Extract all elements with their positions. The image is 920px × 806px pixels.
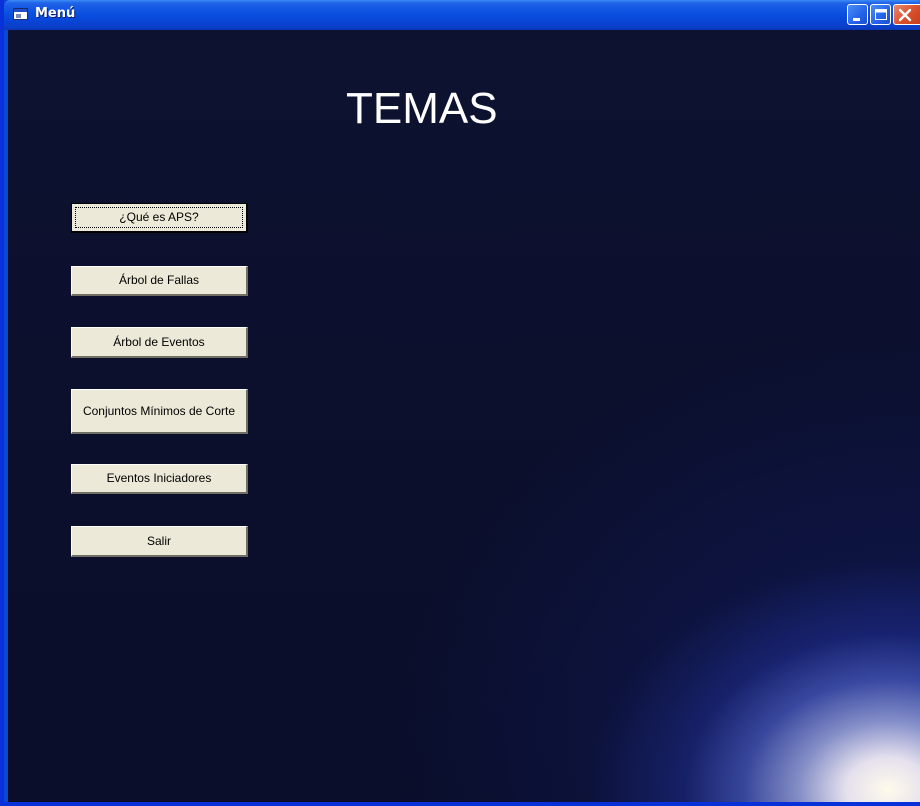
form-icon[interactable] — [13, 8, 29, 21]
title-bar[interactable]: Menú — [4, 0, 920, 30]
maximize-button[interactable] — [870, 4, 891, 25]
arbol-de-eventos-button-label: Árbol de Eventos — [113, 334, 205, 349]
conjuntos-minimos-de-corte-button[interactable]: Conjuntos Mínimos de Corte — [71, 389, 248, 434]
maximize-icon — [875, 9, 887, 20]
app-window: Menú TEMAS ¿Qué es APS? Árbol de Fallas — [0, 0, 920, 806]
conjuntos-minimos-de-corte-button-label: Conjuntos Mínimos de Corte — [82, 403, 236, 418]
que-es-aps-button[interactable]: ¿Qué es APS? — [71, 203, 248, 233]
arbol-de-fallas-button[interactable]: Árbol de Fallas — [71, 266, 248, 296]
arbol-de-fallas-button-label: Árbol de Fallas — [118, 273, 200, 287]
form-client-area: TEMAS ¿Qué es APS? Árbol de Fallas Árbol… — [8, 30, 920, 802]
minimize-icon — [853, 18, 860, 21]
focus-rectangle — [75, 207, 243, 228]
salir-button[interactable]: Salir — [71, 526, 248, 557]
eventos-iniciadores-button-label: Eventos Iniciadores — [106, 471, 212, 485]
window-title: Menú — [35, 6, 76, 21]
close-button[interactable] — [893, 4, 920, 25]
close-icon — [898, 8, 912, 22]
eventos-iniciadores-button[interactable]: Eventos Iniciadores — [71, 464, 248, 494]
minimize-button[interactable] — [847, 4, 868, 25]
page-title: TEMAS — [346, 84, 498, 133]
salir-button-label: Salir — [146, 533, 171, 548]
arbol-de-eventos-button[interactable]: Árbol de Eventos — [71, 327, 248, 358]
